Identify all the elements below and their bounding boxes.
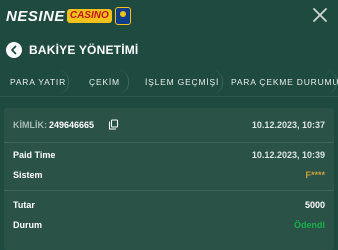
brand-sub: CASINO bbox=[66, 9, 112, 23]
amount-label: Tutar bbox=[13, 200, 35, 210]
back-arrow-icon bbox=[11, 45, 17, 55]
tab-withdraw[interactable]: ÇEKİM bbox=[89, 68, 120, 96]
created-date: 10.12.2023, 10:37 bbox=[251, 120, 325, 130]
brand-name: NESINE bbox=[6, 7, 65, 25]
tab-transaction-history[interactable]: İŞLEM GEÇMİŞİ bbox=[145, 68, 219, 96]
status-row: Durum Ödendi bbox=[13, 220, 325, 232]
copy-icon[interactable] bbox=[108, 119, 119, 130]
brand-logo[interactable]: NESINE CASINO bbox=[6, 6, 131, 26]
page-header: BAKİYE YÖNETİMİ bbox=[6, 40, 138, 60]
system-label: Sistem bbox=[13, 170, 43, 180]
tab-divider bbox=[58, 70, 69, 94]
transaction-card-header: KİMLİK: 249646665 10.12.2023, 10:37 bbox=[4, 108, 334, 143]
system-value: F**** bbox=[305, 170, 325, 180]
back-button[interactable] bbox=[6, 42, 22, 58]
status-label: Durum bbox=[13, 220, 42, 230]
page-title: BAKİYE YÖNETİMİ bbox=[29, 43, 139, 57]
tab-bar: PARA YATIR ÇEKİM İŞLEM GEÇMİŞİ PARA ÇEKM… bbox=[0, 68, 338, 97]
amount-row: Tutar 5000 bbox=[13, 200, 325, 212]
tab-withdrawal-status[interactable]: PARA ÇEKME DURUMU bbox=[231, 68, 338, 96]
tab-divider bbox=[212, 70, 223, 94]
close-icon bbox=[313, 8, 327, 22]
amount-value: 5000 bbox=[304, 200, 325, 210]
tab-divider bbox=[118, 70, 129, 94]
section-divider bbox=[4, 190, 334, 191]
top-bar: NESINE CASINO bbox=[0, 0, 338, 30]
close-button[interactable] bbox=[312, 7, 328, 23]
brand-badge-icon bbox=[114, 7, 131, 25]
transaction-card: KİMLİK: 249646665 10.12.2023, 10:37 Paid… bbox=[4, 108, 334, 250]
id-value: 249646665 bbox=[49, 120, 95, 130]
id-label: KİMLİK: bbox=[13, 120, 47, 130]
status-badge: Ödendi bbox=[294, 220, 325, 230]
system-row: Sistem F**** bbox=[13, 170, 325, 182]
paid-time-label: Paid Time bbox=[13, 150, 56, 160]
paid-time-row: Paid Time 10.12.2023, 10:39 bbox=[13, 150, 325, 162]
paid-time-value: 10.12.2023, 10:39 bbox=[251, 150, 325, 160]
